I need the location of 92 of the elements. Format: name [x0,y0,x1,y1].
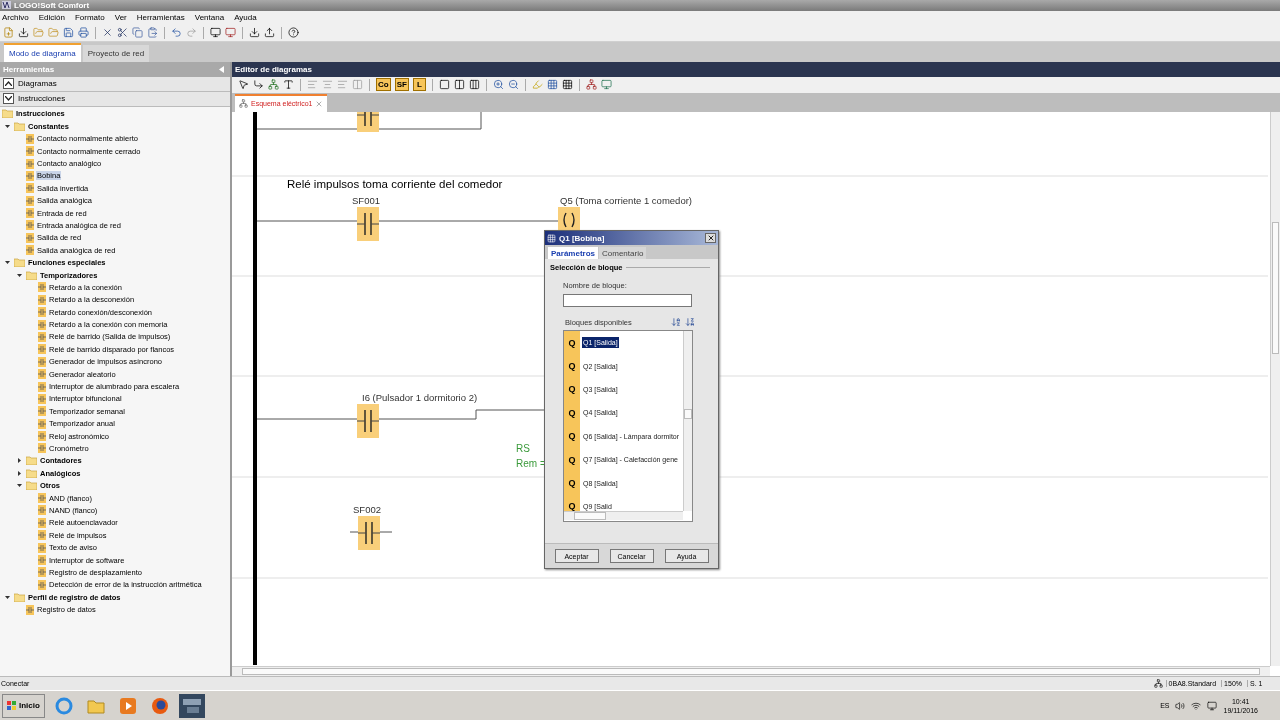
menu-item[interactable]: Ventana [194,13,225,23]
single-view-icon[interactable] [438,79,450,91]
section-header[interactable]: Instrucciones [18,94,66,104]
text-tool-icon[interactable] [283,79,294,91]
folder-icon [26,456,37,466]
block-text: RS [516,442,530,454]
block-type-button[interactable]: Co [376,78,391,92]
print-icon[interactable] [78,27,89,39]
contact-symbol[interactable] [357,206,379,241]
block-name-field[interactable] [563,294,692,307]
rung-comment: Relé impulsos toma corriente del comedor [287,177,503,190]
folder-icon [14,592,25,602]
block-icon [26,245,34,256]
dialog-tab[interactable]: Parámetros [548,247,599,259]
display-icon[interactable] [1207,700,1218,711]
horizontal-scrollbar[interactable] [232,666,1270,677]
expanded-arrow-icon[interactable] [5,594,10,600]
paste-icon[interactable] [147,27,158,39]
folder-icon [14,258,25,268]
vertical-scrollbar[interactable] [1270,111,1280,667]
chevron-up-icon[interactable] [3,78,14,90]
block-label: Q5 (Toma corriente 1 comedor) [560,194,692,206]
zoom-out-icon[interactable] [507,79,519,91]
folder-icon [26,481,37,491]
block-label: SF001 [352,194,380,206]
dialog-title: Q1 [Bobina] [559,233,605,243]
collapsed-arrow-icon[interactable] [17,458,22,464]
block-type-button[interactable]: L [412,78,426,92]
dialog-tab[interactable]: Comentario [599,247,647,259]
section-header[interactable]: Diagramas [18,79,57,89]
app-logo-icon[interactable] [178,693,205,718]
menu-item[interactable]: Edición [38,13,65,23]
block-icon [38,555,46,565]
menu-item[interactable]: Herramientas [136,13,185,23]
block-type-label: Q [564,331,580,355]
block-type-label: Q [564,424,580,448]
expanded-arrow-icon[interactable] [5,260,10,266]
undo-icon[interactable] [171,27,182,39]
sort-descending-icon[interactable] [685,317,695,327]
block-type-label: Q [564,447,580,472]
expanded-arrow-icon[interactable] [5,123,10,129]
menu-item[interactable]: Archivo [2,13,29,23]
coil-symbol[interactable] [558,206,580,233]
volume-icon[interactable] [1175,700,1186,711]
grid-icon[interactable] [546,79,558,91]
download-icon[interactable] [18,27,29,39]
menu-item[interactable]: Ayuda [234,13,257,23]
block-icon [26,604,34,615]
block-icon [26,133,34,144]
close-button[interactable] [705,233,716,243]
expanded-arrow-icon[interactable] [17,483,22,489]
network-icon[interactable] [268,79,279,91]
zoom-in-icon[interactable] [492,79,504,91]
chevron-down-icon[interactable] [3,93,14,105]
contact-symbol[interactable] [357,403,379,438]
split-view-icon[interactable] [453,79,465,91]
horizontal-scrollbar[interactable] [564,511,683,520]
block-label: SF002 [353,503,381,515]
pointer-icon[interactable] [238,79,249,91]
network-icon[interactable] [1191,700,1202,711]
block-type-label: Q [564,377,580,402]
save-icon[interactable] [63,27,74,39]
folder-icon [26,270,37,280]
windows-logo-icon [7,700,17,711]
cut-icon[interactable] [117,27,128,39]
editor-title: Editor de diagramas [235,64,312,74]
menu-item[interactable]: Formato [74,13,105,23]
triple-view-icon[interactable] [468,79,480,91]
folder-icon [2,109,13,119]
folder-icon [26,468,37,478]
block-type-label: Q [564,354,580,378]
app-logo-icon [2,1,11,10]
sort-ascending-icon[interactable] [671,317,681,327]
block-type-button[interactable]: SF [394,78,409,92]
start-button[interactable]: Inicio [2,693,45,718]
mode-tab[interactable]: Modo de diagrama [4,42,81,62]
help-cursor-icon[interactable] [288,27,299,39]
panel-title: Herramientas [3,64,55,74]
window-title: LOGO!Soft Comfort [14,0,90,10]
menu-item[interactable]: Ver [114,13,127,23]
delete-icon[interactable] [102,27,113,39]
connector-icon[interactable] [253,79,264,91]
block-type-label: Q [564,401,580,425]
copy-icon[interactable] [132,27,143,39]
block-label: I6 (Pulsador 1 dormitorio 2) [362,391,478,403]
mode-tab[interactable]: Proyecto de red [82,44,150,62]
contact-symbol[interactable] [358,515,380,550]
vertical-scrollbar[interactable] [683,331,692,511]
expanded-arrow-icon[interactable] [17,272,22,278]
collapsed-arrow-icon[interactable] [17,470,22,476]
block-type-label: Q [564,471,580,495]
folder-icon [14,121,25,131]
